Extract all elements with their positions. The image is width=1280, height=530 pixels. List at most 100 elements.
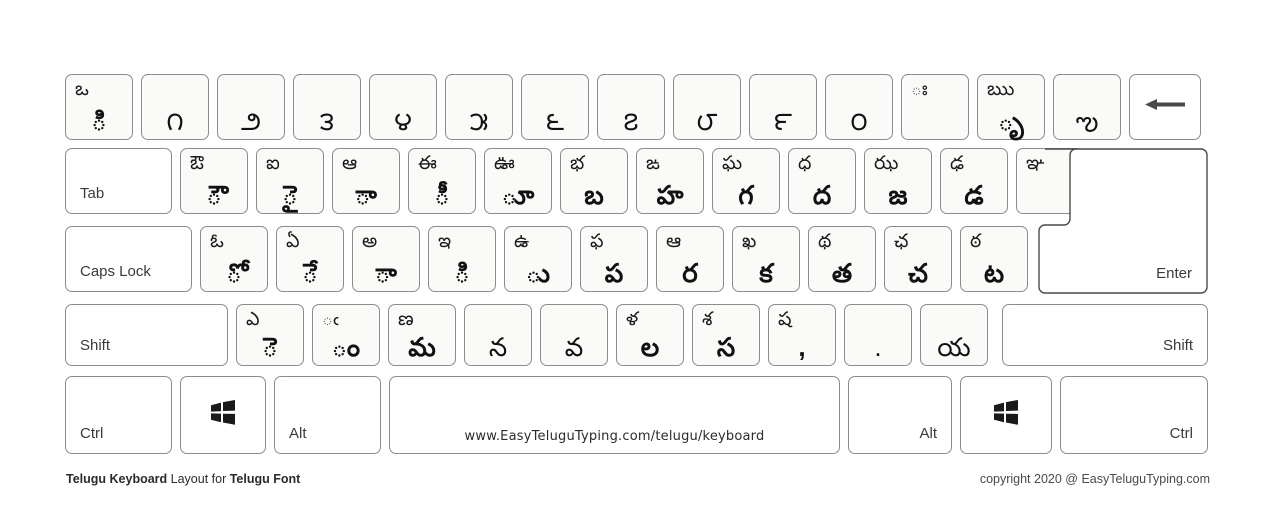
key-a[interactable]: ఓో — [200, 226, 268, 292]
key-i[interactable]: ఘగ — [712, 148, 780, 214]
key-equal-lower-glyph: ృ — [998, 106, 1024, 136]
key-y-lower-glyph: బ — [584, 180, 604, 210]
key-l[interactable]: థత — [808, 226, 876, 292]
key-e-lower-glyph: ా — [355, 180, 377, 210]
enter-key-label: Enter — [1156, 265, 1192, 282]
key-v[interactable]: న — [464, 304, 532, 366]
space-key[interactable]: www.EasyTeluguTyping.com/telugu/keyboard — [389, 376, 840, 454]
key-d-lower-glyph: ా — [375, 258, 397, 288]
key-slash[interactable]: య — [920, 304, 988, 366]
key-backquote-upper-glyph: ఒ — [75, 79, 89, 100]
key-d[interactable]: అా — [352, 226, 420, 292]
key-backquote[interactable]: ఒి — [65, 74, 133, 140]
alt-left-key-label: Alt — [289, 425, 307, 442]
key-4[interactable]: ౪ — [369, 74, 437, 140]
shift-right-key[interactable]: Shift — [1002, 304, 1208, 366]
key-minus-upper-glyph: ః — [911, 79, 928, 100]
key-n[interactable]: ళల — [616, 304, 684, 366]
left-arrow-icon — [1145, 99, 1185, 110]
key-g[interactable]: ఉు — [504, 226, 572, 292]
key-c[interactable]: ణమ — [388, 304, 456, 366]
key-h[interactable]: ఫప — [580, 226, 648, 292]
key-s-lower-glyph: ే — [302, 258, 318, 288]
key-k-lower-glyph: క — [759, 258, 773, 288]
key-9[interactable]: ౯ — [749, 74, 817, 140]
windows-icon-wrap — [210, 400, 236, 430]
key-0[interactable]: ౦ — [825, 74, 893, 140]
key-f-upper-glyph: ఇ — [438, 231, 452, 252]
key-t[interactable]: ఊూ — [484, 148, 552, 214]
key-semicolon-lower-glyph: చ — [908, 258, 928, 288]
alt-left-key[interactable]: Alt — [274, 376, 381, 454]
key-5-lower-glyph: ౫ — [469, 106, 489, 136]
key-h-lower-glyph: ప — [604, 258, 624, 288]
caps-lock-key-label: Caps Lock — [80, 263, 151, 280]
alt-right-key[interactable]: Alt — [848, 376, 952, 454]
key-u[interactable]: ఙహ — [636, 148, 704, 214]
key-p[interactable]: ఝజ — [864, 148, 932, 214]
key-m[interactable]: శస — [692, 304, 760, 366]
key-y[interactable]: భబ — [560, 148, 628, 214]
windows-icon — [994, 400, 1018, 425]
key-j[interactable]: ఆర — [656, 226, 724, 292]
shift-left-key[interactable]: Shift — [65, 304, 228, 366]
key-0-lower-glyph: ౦ — [850, 106, 868, 136]
key-7[interactable]: ౭ — [597, 74, 665, 140]
key-z[interactable]: ఎె — [236, 304, 304, 366]
key-a-upper-glyph: ఓ — [210, 231, 224, 252]
key-v-lower-glyph: న — [488, 332, 508, 362]
key-e[interactable]: ఆా — [332, 148, 400, 214]
key-6[interactable]: ౬ — [521, 74, 589, 140]
key-1[interactable]: ౧ — [141, 74, 209, 140]
key-w-upper-glyph: ఐ — [266, 153, 280, 174]
backspace-key[interactable] — [1129, 74, 1201, 140]
key-semicolon-upper-glyph: ఛ — [894, 231, 909, 252]
ctrl-left-key[interactable]: Ctrl — [65, 376, 172, 454]
caps-lock-key[interactable]: Caps Lock — [65, 226, 192, 292]
enter-key[interactable]: Enter — [1038, 148, 1208, 294]
key-quote-upper-glyph: ఠ — [970, 231, 982, 252]
key-r[interactable]: ఈీ — [408, 148, 476, 214]
windows-icon-wrap — [993, 400, 1019, 430]
key-8[interactable]: ౮ — [673, 74, 741, 140]
key-minus[interactable]: ః — [901, 74, 969, 140]
key-5[interactable]: ౫ — [445, 74, 513, 140]
key-z-lower-glyph: ె — [262, 332, 278, 362]
key-b[interactable]: వ — [540, 304, 608, 366]
telugu-keyboard: Telugu Keyboard Layout for Telugu Font c… — [0, 0, 1280, 530]
key-slash-lower-glyph: య — [937, 332, 971, 362]
windows-right-key[interactable] — [960, 376, 1052, 454]
key-s[interactable]: ఏే — [276, 226, 344, 292]
key-x[interactable]: ఁం — [312, 304, 380, 366]
key-comma-upper-glyph: ష — [778, 309, 792, 330]
tab-key[interactable]: Tab — [65, 148, 172, 214]
key-2[interactable]: ౨ — [217, 74, 285, 140]
windows-left-key[interactable] — [180, 376, 266, 454]
key-semicolon[interactable]: ఛచ — [884, 226, 952, 292]
key-t-lower-glyph: ూ — [501, 180, 535, 210]
ctrl-right-key[interactable]: Ctrl — [1060, 376, 1208, 454]
key-period-lower-glyph: . — [874, 332, 882, 362]
key-bracketleft[interactable]: ఢడ — [940, 148, 1008, 214]
key-f[interactable]: ఇి — [428, 226, 496, 292]
key-bracketleft-alt[interactable]: ఌ — [1053, 74, 1121, 140]
key-equal[interactable]: ఋృ — [977, 74, 1045, 140]
key-y-upper-glyph: భ — [570, 153, 585, 174]
space-key-label: www.EasyTeluguTyping.com/telugu/keyboard — [464, 429, 765, 444]
key-comma[interactable]: ష, — [768, 304, 836, 366]
key-w[interactable]: ఐై — [256, 148, 324, 214]
key-l-lower-glyph: త — [831, 258, 853, 288]
key-u-upper-glyph: ఙ — [646, 153, 660, 174]
key-period[interactable]: . — [844, 304, 912, 366]
key-e-upper-glyph: ఆ — [342, 153, 358, 174]
key-q[interactable]: ఔౌ — [180, 148, 248, 214]
key-o[interactable]: ధద — [788, 148, 856, 214]
key-k[interactable]: ఖక — [732, 226, 800, 292]
shift-right-key-label: Shift — [1162, 337, 1193, 354]
key-k-upper-glyph: ఖ — [742, 231, 757, 252]
key-quote[interactable]: ఠట — [960, 226, 1028, 292]
key-3[interactable]: ౩ — [293, 74, 361, 140]
left-arrow-icon-wrap — [1143, 97, 1187, 118]
ctrl-right-key-label: Ctrl — [1169, 425, 1193, 442]
alt-right-key-label: Alt — [919, 425, 937, 442]
